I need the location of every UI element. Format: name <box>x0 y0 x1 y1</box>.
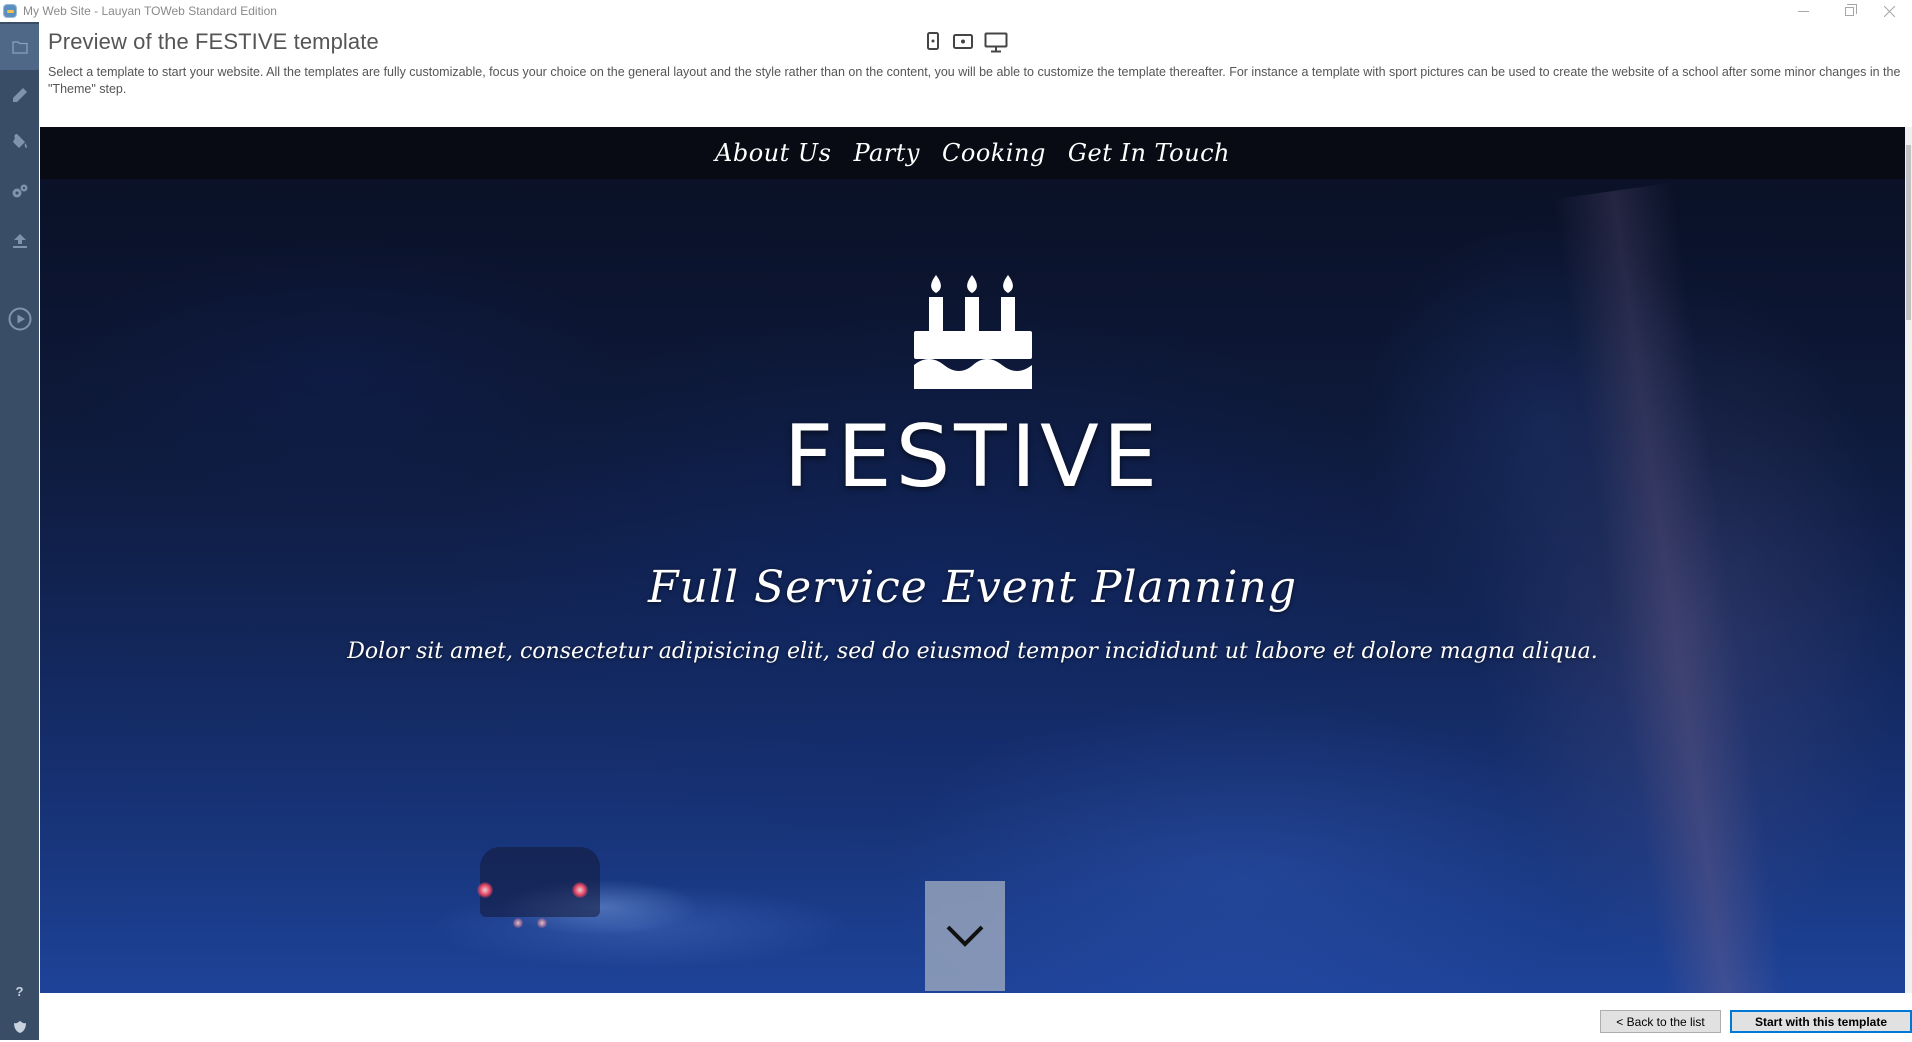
nav-link-cooking[interactable]: Cooking <box>942 139 1046 167</box>
app-logo-icon <box>3 4 17 18</box>
shield-icon <box>13 1021 26 1033</box>
sidebar: ? <box>0 22 39 1040</box>
sidebar-item-theme[interactable] <box>0 118 39 164</box>
window-titlebar: My Web Site - Lauyan TOWeb Standard Edit… <box>0 0 1912 22</box>
nav-link-about[interactable]: About Us <box>715 139 831 167</box>
tablet-icon <box>953 33 973 49</box>
upload-icon <box>12 234 27 248</box>
sidebar-item-account[interactable] <box>0 1012 39 1042</box>
sidebar-item-publish[interactable] <box>0 218 39 264</box>
phone-icon <box>927 32 939 50</box>
pencil-icon <box>12 88 27 102</box>
page-title: Preview of the FESTIVE template <box>48 29 379 54</box>
back-to-list-button[interactable]: < Back to the list <box>1600 1010 1721 1033</box>
hero-subtitle: Full Service Event Planning <box>648 562 1297 613</box>
preview-navbar: About Us Party Cooking Get In Touch <box>40 127 1905 179</box>
help-icon: ? <box>15 983 24 999</box>
chevron-down-icon <box>946 925 984 947</box>
play-circle-icon <box>8 307 31 331</box>
hero-text: Dolor sit amet, consectetur adipisicing … <box>347 639 1598 664</box>
nav-link-contact[interactable]: Get In Touch <box>1068 139 1230 167</box>
device-tablet-button[interactable] <box>950 30 976 52</box>
sidebar-item-settings[interactable] <box>0 168 39 214</box>
folder-icon <box>11 41 28 54</box>
start-with-template-button[interactable]: Start with this template <box>1730 1010 1912 1033</box>
close-button[interactable] <box>1866 0 1912 22</box>
hero-title: FESTIVE <box>783 407 1162 507</box>
sidebar-item-preview[interactable] <box>0 296 39 342</box>
help-button[interactable]: ? <box>0 976 39 1006</box>
minimize-icon <box>1797 10 1809 12</box>
close-icon <box>1883 5 1895 17</box>
paint-bucket-icon <box>12 134 27 148</box>
device-phone-button[interactable] <box>924 30 942 52</box>
window-title: My Web Site - Lauyan TOWeb Standard Edit… <box>23 4 277 18</box>
minimize-button[interactable] <box>1780 0 1826 22</box>
background-overlay <box>40 127 1905 993</box>
sidebar-item-edit[interactable] <box>0 72 39 118</box>
scroll-down-button[interactable] <box>925 881 1005 991</box>
preview-scrollbar[interactable] <box>1905 127 1912 993</box>
template-preview[interactable]: About Us Party Cooking Get In Touch FEST… <box>40 127 1905 993</box>
gears-icon <box>12 184 27 198</box>
restore-icon <box>1844 3 1857 16</box>
nav-link-party[interactable]: Party <box>853 139 920 167</box>
scrollbar-thumb[interactable] <box>1906 145 1911 320</box>
sidebar-item-templates[interactable] <box>0 24 39 70</box>
device-desktop-button[interactable] <box>982 30 1010 54</box>
page-description: Select a template to start your website.… <box>48 65 1901 96</box>
birthday-cake-icon <box>914 275 1032 389</box>
desktop-icon <box>984 32 1008 52</box>
